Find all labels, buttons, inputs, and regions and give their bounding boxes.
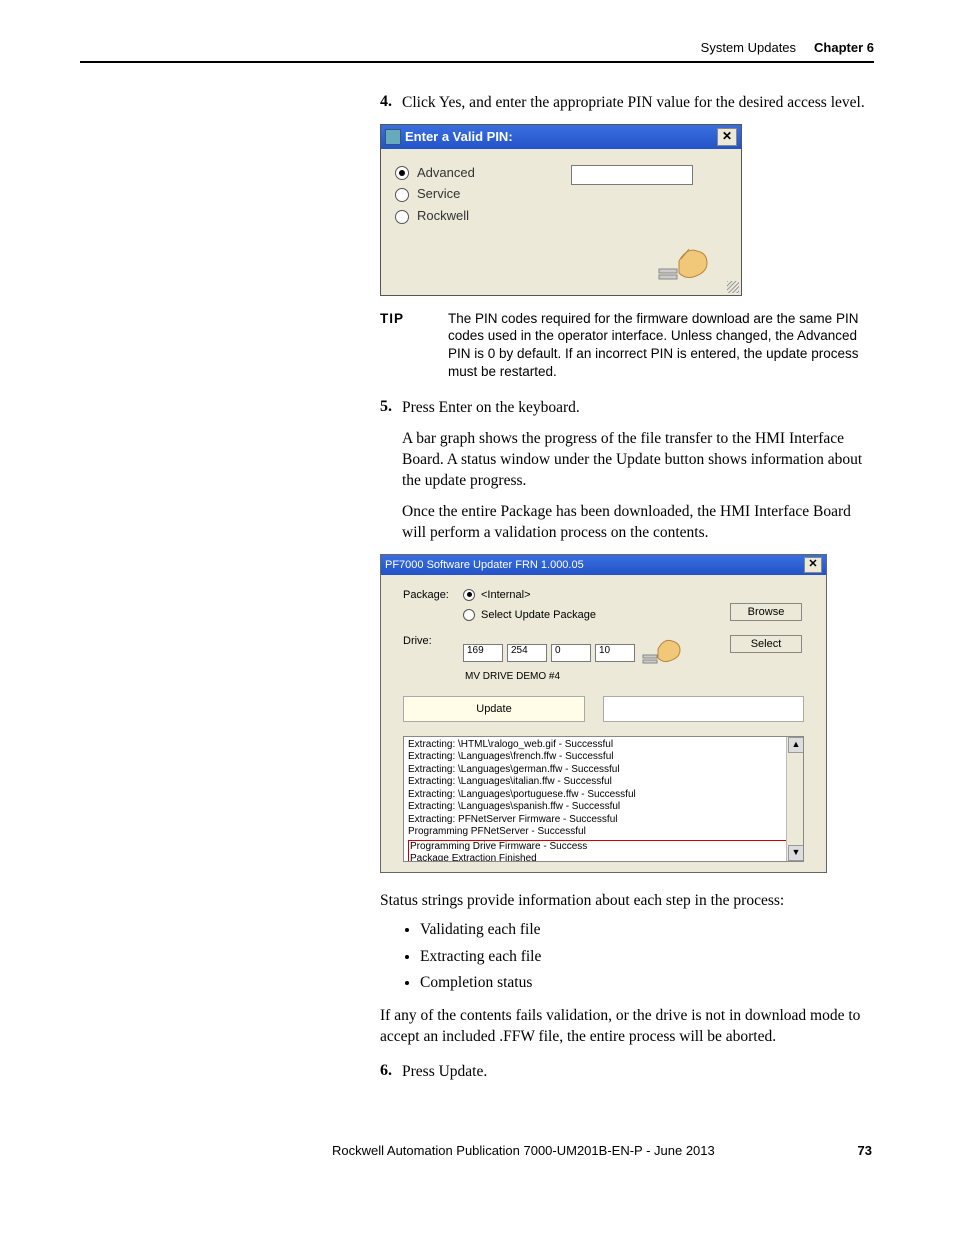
ip-octet-3[interactable]: 0 xyxy=(551,644,591,662)
radio-label: Advanced xyxy=(417,165,475,180)
radio-label: <Internal> xyxy=(481,589,531,601)
log-line: Extracting: \Languages\spanish.ffw - Suc… xyxy=(408,801,799,814)
tip-label: TIP xyxy=(380,310,448,380)
pin-dialog: Enter a Valid PIN: ✕ Advanced Service Ro… xyxy=(380,124,742,296)
page: System Updates Chapter 6 4. Click Yes, a… xyxy=(0,0,954,1198)
radio-dot-icon xyxy=(463,589,475,601)
ip-octet-4[interactable]: 10 xyxy=(595,644,635,662)
radio-label: Rockwell xyxy=(417,208,469,223)
step-text: Click Yes, and enter the appropriate PIN… xyxy=(402,93,874,114)
hand-pointer-icon xyxy=(657,241,717,281)
pin-input[interactable] xyxy=(571,165,693,185)
bullet-item: Completion status xyxy=(420,971,874,996)
step-6: 6. Press Update. xyxy=(380,1062,874,1083)
header-section: System Updates xyxy=(701,40,796,55)
log-line: Extracting: \Languages\german.ffw - Succ… xyxy=(408,764,799,777)
browse-button[interactable]: Browse xyxy=(730,603,802,621)
radio-dot-icon xyxy=(395,188,409,202)
step-5: 5. Press Enter on the keyboard. xyxy=(380,398,874,419)
updater-dialog: PF7000 Software Updater FRN 1.000.05 ✕ P… xyxy=(380,554,827,873)
radio-rockwell[interactable]: Rockwell xyxy=(395,208,727,224)
page-header: System Updates Chapter 6 xyxy=(80,40,874,63)
pin-dialog-title: Enter a Valid PIN: xyxy=(385,129,513,146)
footer-page-number: 73 xyxy=(858,1143,872,1158)
step5-p1: A bar graph shows the progress of the fi… xyxy=(402,429,874,492)
log-line: Extracting: \Languages\french.ffw - Succ… xyxy=(408,751,799,764)
log-line: Extracting: \Languages\italian.ffw - Suc… xyxy=(408,776,799,789)
drive-row: Drive: 169254010 xyxy=(403,635,804,682)
tip-text: The PIN codes required for the firmware … xyxy=(448,310,874,380)
resize-grip-icon[interactable] xyxy=(727,281,739,293)
header-chapter: Chapter 6 xyxy=(814,40,874,55)
scroll-down-icon[interactable]: ▼ xyxy=(788,845,804,861)
step-num: 5. xyxy=(380,398,402,416)
step-text: Press Enter on the keyboard. xyxy=(402,398,874,419)
step-num: 6. xyxy=(380,1062,402,1080)
log-line: Programming Drive Firmware - Success xyxy=(410,841,587,852)
fail-text: If any of the contents fails validation,… xyxy=(380,1006,874,1048)
step5-p2: Once the entire Package has been downloa… xyxy=(402,502,874,544)
step-num: 4. xyxy=(380,93,402,111)
scroll-up-icon[interactable]: ▲ xyxy=(788,737,804,753)
package-row: Package: <Internal> Select Update Packag… xyxy=(403,589,804,621)
bullet-item: Extracting each file xyxy=(420,945,874,970)
select-button[interactable]: Select xyxy=(730,635,802,653)
log-line: Extracting: \HTML\ralogo_web.gif - Succe… xyxy=(408,739,799,752)
drive-name: MV DRIVE DEMO #4 xyxy=(465,671,728,682)
log-line: Programming PFNetServer - Successful xyxy=(408,826,799,839)
log-line: Extracting: PFNetServer Firmware - Succe… xyxy=(408,814,799,827)
status-log: Extracting: \HTML\ralogo_web.gif - Succe… xyxy=(403,736,804,862)
radio-internal[interactable]: <Internal> xyxy=(463,589,728,601)
updater-titlebar: PF7000 Software Updater FRN 1.000.05 ✕ xyxy=(381,555,826,575)
radio-label: Service xyxy=(417,186,460,201)
scrollbar[interactable]: ▲ ▼ xyxy=(786,737,803,861)
drive-label: Drive: xyxy=(403,635,463,647)
progress-bar xyxy=(603,696,804,722)
step-text: Press Update. xyxy=(402,1062,874,1083)
pin-dialog-titlebar: Enter a Valid PIN: ✕ xyxy=(381,125,741,149)
log-line: Extracting: \Languages\portuguese.ffw - … xyxy=(408,789,799,802)
ip-octet-1[interactable]: 169 xyxy=(463,644,503,662)
app-icon xyxy=(385,129,401,145)
updater-title: PF7000 Software Updater FRN 1.000.05 xyxy=(385,559,584,571)
update-row: Update xyxy=(403,696,804,722)
status-bullets: Validating each file Extracting each fil… xyxy=(402,918,874,996)
hand-pointer-icon xyxy=(642,635,690,665)
radio-select-package[interactable]: Select Update Package xyxy=(463,609,728,621)
radio-dot-icon xyxy=(463,609,475,621)
radio-label: Select Update Package xyxy=(481,609,596,621)
package-label: Package: xyxy=(403,589,463,601)
page-footer: Rockwell Automation Publication 7000-UM2… xyxy=(80,1143,874,1158)
footer-pub: Rockwell Automation Publication 7000-UM2… xyxy=(332,1143,715,1158)
radio-dot-icon xyxy=(395,210,409,224)
close-icon[interactable]: ✕ xyxy=(804,557,822,573)
tip-box: TIP The PIN codes required for the firmw… xyxy=(380,310,874,380)
log-line: Package Extraction Finished xyxy=(410,853,537,862)
step-4: 4. Click Yes, and enter the appropriate … xyxy=(380,93,874,114)
log-highlight: Programming Drive Firmware - Success Pac… xyxy=(408,840,799,862)
bullet-item: Validating each file xyxy=(420,918,874,943)
ip-octet-2[interactable]: 254 xyxy=(507,644,547,662)
radio-dot-icon xyxy=(395,166,409,180)
close-icon[interactable]: ✕ xyxy=(717,128,737,146)
update-button[interactable]: Update xyxy=(403,696,585,722)
radio-service[interactable]: Service xyxy=(395,186,727,202)
content-col: 4. Click Yes, and enter the appropriate … xyxy=(380,93,874,1083)
status-intro: Status strings provide information about… xyxy=(380,891,874,912)
